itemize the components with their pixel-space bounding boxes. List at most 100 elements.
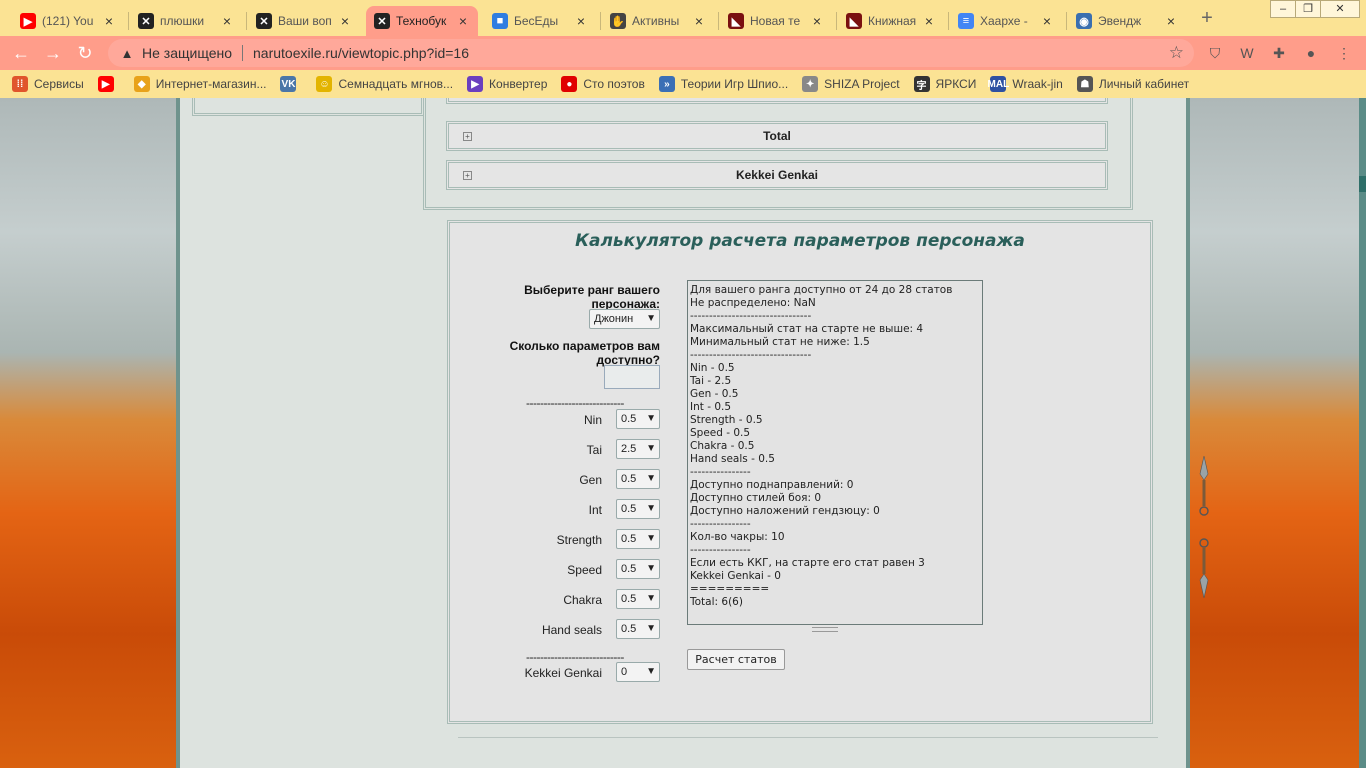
result-line: Максимальный стат на старте не выше: 4: [690, 323, 924, 335]
browser-tab[interactable]: ✕ Ваши воп ×: [248, 6, 360, 36]
back-button[interactable]: ←: [10, 42, 32, 64]
stat-label: Tai: [586, 443, 602, 457]
stat-select[interactable]: 0.5 ▼: [616, 619, 660, 639]
rank-select[interactable]: Джонин ▼: [589, 309, 660, 329]
bookmark-item[interactable]: 字 ЯРКСИ: [913, 76, 976, 92]
apps-grid-icon: ⁞⁞: [12, 76, 28, 92]
stat-select-value: 0.5: [621, 563, 637, 575]
bookmark-label: Интернет-магазин...: [155, 77, 267, 91]
browser-tab[interactable]: ■ БесЕды ×: [484, 6, 596, 36]
tab-close-icon[interactable]: ×: [220, 13, 234, 29]
cabinet-icon: ☗: [1076, 76, 1093, 92]
shuriken-icon: ✕: [138, 13, 154, 29]
result-line: ----------------: [690, 518, 751, 530]
tab-close-icon[interactable]: ×: [338, 13, 352, 29]
bookmark-item[interactable]: ⁞⁞ Сервисы: [12, 76, 84, 92]
spoiler-kekkei-genkai[interactable]: + Kekkei Genkai: [446, 160, 1108, 190]
tab-separator: [246, 12, 247, 30]
spoiler-title: Kekkei Genkai: [735, 168, 819, 182]
bookmark-star-icon[interactable]: ☆: [1169, 43, 1184, 63]
url-text[interactable]: narutoexile.ru/viewtopic.php?id=16: [253, 45, 469, 61]
bookmark-item[interactable]: ● Сто поэтов: [561, 76, 645, 92]
shuriken-icon: ✕: [374, 13, 390, 29]
stat-select[interactable]: 2.5 ▼: [616, 439, 660, 459]
result-line: Для вашего ранга доступно от 24 до 28 ст…: [690, 284, 953, 296]
browser-tab[interactable]: ✋ Активны ×: [602, 6, 714, 36]
tab-close-icon[interactable]: ×: [692, 13, 706, 29]
param-count-input[interactable]: [604, 365, 660, 389]
stat-label: Gen: [579, 473, 602, 487]
bookmark-item[interactable]: VK: [280, 76, 302, 92]
chevron-down-icon: ▼: [646, 533, 656, 544]
profile-avatar-icon[interactable]: ●: [1301, 43, 1321, 63]
docs-icon: ≡: [958, 13, 974, 29]
browser-tab[interactable]: ▶ (121) You ×: [12, 6, 124, 36]
reload-button[interactable]: ↻: [74, 42, 96, 64]
kekkei-genkai-select[interactable]: 0 ▼: [616, 662, 660, 682]
stat-label: Nin: [583, 413, 602, 427]
browser-tab[interactable]: ✕ плюшки ×: [130, 6, 242, 36]
tab-close-icon[interactable]: ×: [456, 13, 470, 29]
bookmark-item[interactable]: ☺ Семнадцать мгнов...: [316, 76, 453, 92]
result-line: ----------------: [690, 544, 751, 556]
forward-button[interactable]: →: [42, 42, 64, 64]
result-textarea[interactable]: Для вашего ранга доступно от 24 до 28 ст…: [687, 280, 983, 625]
new-tab-button[interactable]: +: [1195, 6, 1219, 30]
stat-select[interactable]: 0.5 ▼: [616, 529, 660, 549]
browser-tab[interactable]: ◉ Эвендж ×: [1068, 6, 1186, 36]
result-line: Доступно наложений гендзюцу: 0: [690, 505, 880, 517]
resize-grip-icon[interactable]: [812, 627, 838, 632]
restore-button[interactable]: ❐: [1295, 0, 1321, 18]
bookmark-item[interactable]: ▶: [97, 76, 120, 92]
menu-dots-icon[interactable]: ⋮: [1334, 43, 1354, 63]
shield-extension-icon[interactable]: ⛉: [1205, 43, 1225, 63]
tab-close-icon[interactable]: ×: [1040, 13, 1054, 29]
result-line: Strength - 0.5: [690, 414, 763, 426]
bookmark-item[interactable]: ☗ Личный кабинет: [1076, 76, 1190, 92]
close-window-button[interactable]: ✕: [1320, 0, 1360, 18]
calculate-stats-button[interactable]: Расчет статов: [687, 649, 785, 670]
stat-select[interactable]: 0.5 ▼: [616, 409, 660, 429]
browser-tab[interactable]: ◣ Новая те ×: [720, 6, 832, 36]
tab-close-icon[interactable]: ×: [810, 13, 824, 29]
address-bar[interactable]: ▲ Не защищено narutoexile.ru/viewtopic.p…: [108, 39, 1194, 67]
bookmark-item[interactable]: ◆ Интернет-магазин...: [133, 76, 267, 92]
play-icon: ▶: [467, 76, 484, 92]
expand-plus-icon[interactable]: +: [463, 171, 472, 180]
result-line: Если есть ККГ, на старте его стат равен …: [690, 557, 925, 569]
hand-icon: ✋: [610, 13, 626, 29]
minimize-button[interactable]: ‒: [1270, 0, 1296, 18]
tab-close-icon[interactable]: ×: [574, 13, 588, 29]
result-line: Kekkei Genkai - 0: [690, 570, 781, 582]
tab-close-icon[interactable]: ×: [922, 13, 936, 29]
stat-select[interactable]: 0.5 ▼: [616, 499, 660, 519]
bookmark-item[interactable]: » Теории Игр Шпио...: [658, 76, 788, 92]
browser-tab[interactable]: ✕ Технобук ×: [366, 6, 478, 36]
tab-close-icon[interactable]: ×: [102, 13, 116, 29]
browser-tab[interactable]: ◣ Книжная ×: [838, 6, 944, 36]
scrollbar-thumb[interactable]: [1359, 176, 1366, 192]
stats-calculator: Калькулятор расчета параметров персонажа…: [447, 220, 1153, 724]
expand-plus-icon[interactable]: +: [463, 132, 472, 141]
bookmark-item[interactable]: MAL Wraak-jin: [988, 76, 1063, 92]
stat-select[interactable]: 0.5 ▼: [616, 559, 660, 579]
site-icon: ◣: [846, 13, 862, 29]
tab-close-icon[interactable]: ×: [1164, 13, 1178, 29]
stat-select-value: 2.5: [621, 443, 637, 455]
spoiler-title: Total: [763, 129, 791, 143]
w-extension-icon[interactable]: W: [1237, 43, 1257, 63]
spoiler-total[interactable]: + Total: [446, 121, 1108, 151]
stat-select[interactable]: 0.5 ▼: [616, 589, 660, 609]
bookmark-label: Личный кабинет: [1098, 77, 1190, 91]
spoiler-block[interactable]: [446, 98, 1108, 104]
puzzle-extension-icon[interactable]: ✚: [1269, 43, 1289, 63]
security-status[interactable]: Не защищено: [142, 45, 232, 61]
page-scrollbar[interactable]: [1359, 98, 1366, 768]
chevron-down-icon: ▼: [646, 666, 656, 677]
bookmark-item[interactable]: ✦ SHIZA Project: [802, 76, 900, 92]
stat-select[interactable]: 0.5 ▼: [616, 469, 660, 489]
chat-icon: ■: [492, 13, 508, 29]
browser-tab[interactable]: ≡ Хаархе - ×: [950, 6, 1062, 36]
result-line: Total: 6(6): [690, 596, 743, 608]
bookmark-item[interactable]: ▶ Конвертер: [467, 76, 547, 92]
